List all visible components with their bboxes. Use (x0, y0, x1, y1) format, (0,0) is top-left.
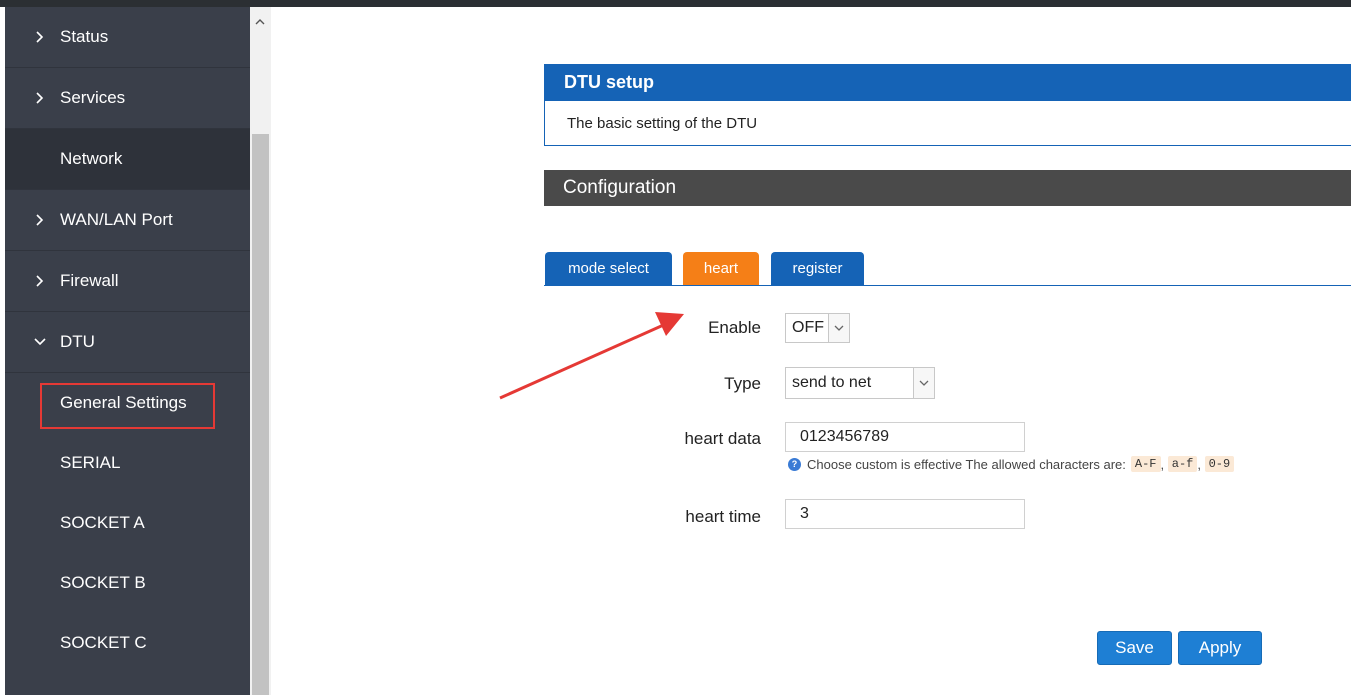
annotation-arrow-icon (499, 312, 684, 400)
